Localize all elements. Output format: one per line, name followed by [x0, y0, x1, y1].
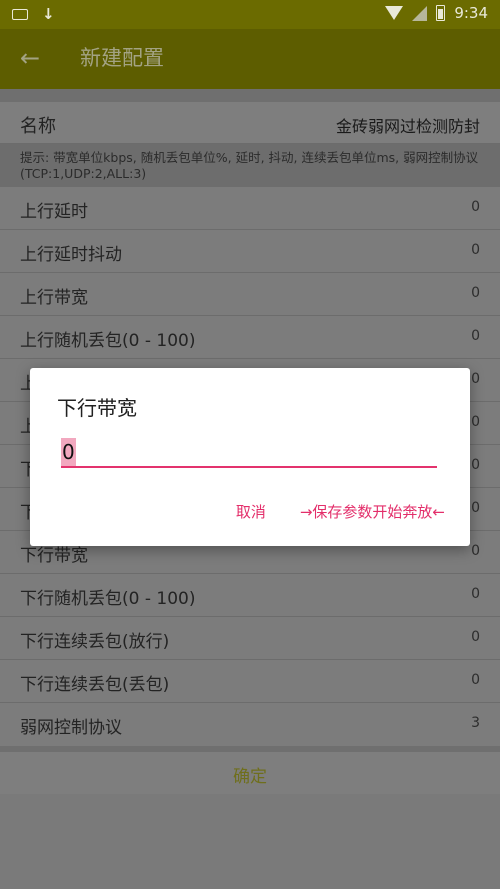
- param-label: 下行随机丢包(0 - 100): [20, 589, 196, 609]
- param-value: 0: [471, 285, 480, 301]
- download-icon: ↓: [42, 5, 55, 23]
- param-value: 0: [471, 500, 480, 516]
- param-value: 0: [471, 328, 480, 344]
- param-value: 0: [471, 457, 480, 473]
- param-value: 0: [471, 199, 480, 215]
- param-value: 0: [471, 371, 480, 387]
- param-row[interactable]: 上行延时抖动 0: [0, 230, 500, 273]
- param-label: 下行连续丢包(放行): [20, 632, 170, 652]
- param-value: 0: [471, 543, 480, 559]
- hint-text: 提示: 带宽单位kbps, 随机丢包单位%, 延时, 抖动, 连续丢包单位ms,…: [0, 144, 500, 187]
- param-label: 上行随机丢包(0 - 100): [20, 331, 196, 351]
- battery-icon: [436, 5, 446, 21]
- param-label: 上行延时抖动: [20, 245, 122, 265]
- page-title: 新建配置: [80, 46, 164, 70]
- cancel-button[interactable]: 取消: [236, 501, 266, 522]
- back-arrow-icon[interactable]: ←: [20, 44, 40, 72]
- param-value: 3: [471, 715, 480, 731]
- name-row[interactable]: 名称 金砖弱网过检测防封: [0, 102, 500, 144]
- name-value: 金砖弱网过检测防封: [335, 117, 480, 136]
- param-row[interactable]: 弱网控制协议 3: [0, 703, 500, 746]
- param-row[interactable]: 下行连续丢包(放行) 0: [0, 617, 500, 660]
- param-row[interactable]: 上行带宽 0: [0, 273, 500, 316]
- confirm-button[interactable]: 确定: [0, 752, 500, 794]
- param-row[interactable]: 上行延时 0: [0, 187, 500, 230]
- status-bar: ↓ 9:34: [0, 0, 500, 29]
- app-bar: ← 新建配置: [0, 29, 500, 89]
- param-value: 0: [471, 414, 480, 430]
- param-row[interactable]: 下行连续丢包(丢包) 0: [0, 660, 500, 703]
- dialog-input[interactable]: 0: [61, 438, 437, 468]
- param-value: 0: [471, 586, 480, 602]
- param-value: 0: [471, 672, 480, 688]
- wifi-icon: [385, 6, 404, 20]
- signal-icon: [412, 5, 428, 21]
- edit-dialog: 下行带宽 0 取消 →保存参数开始奔放←: [30, 368, 470, 546]
- dialog-input-value[interactable]: 0: [61, 438, 76, 466]
- name-label: 名称: [20, 116, 56, 137]
- keyboard-icon: [12, 8, 28, 20]
- param-label: 下行连续丢包(丢包): [20, 675, 170, 695]
- param-label: 弱网控制协议: [20, 718, 122, 738]
- top-spacer: [0, 89, 500, 102]
- dialog-actions: 取消 →保存参数开始奔放←: [236, 501, 445, 522]
- dialog-title: 下行带宽: [57, 396, 137, 420]
- save-start-button[interactable]: →保存参数开始奔放←: [300, 501, 445, 522]
- param-label: 上行延时: [20, 202, 88, 222]
- param-label: 上行带宽: [20, 288, 88, 308]
- status-time: 9:34: [454, 4, 488, 22]
- param-value: 0: [471, 242, 480, 258]
- param-value: 0: [471, 629, 480, 645]
- param-row[interactable]: 上行随机丢包(0 - 100) 0: [0, 316, 500, 359]
- param-row[interactable]: 下行随机丢包(0 - 100) 0: [0, 574, 500, 617]
- confirm-label: 确定: [233, 767, 267, 787]
